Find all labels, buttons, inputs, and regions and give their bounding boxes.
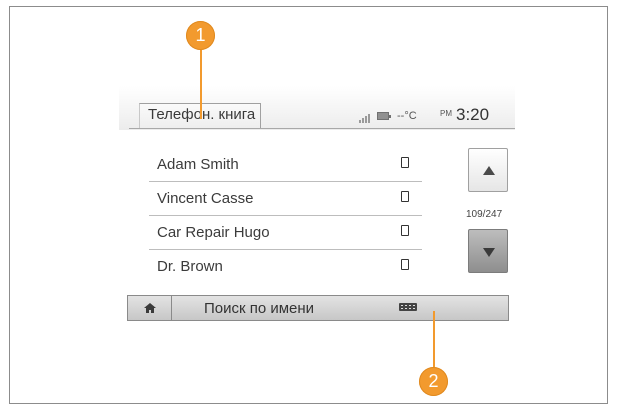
contact-name: Vincent Casse xyxy=(157,190,254,207)
phone-icon xyxy=(401,225,409,236)
phonebook-screen: Телефон. книга --°C PM 3:20 Adam Smith V… xyxy=(119,86,515,328)
callout-1-leader xyxy=(200,50,202,119)
callout-2: 2 xyxy=(419,367,448,396)
temperature-readout: --°C xyxy=(397,110,417,122)
contact-row[interactable]: Vincent Casse xyxy=(149,182,422,216)
scroll-up-button[interactable] xyxy=(468,148,508,192)
contact-row[interactable]: Adam Smith xyxy=(149,148,422,182)
search-by-name-button[interactable]: Поиск по имени xyxy=(204,300,314,317)
contact-name: Dr. Brown xyxy=(157,258,223,275)
callout-2-leader xyxy=(433,311,435,367)
contact-row[interactable]: Dr. Brown xyxy=(149,250,422,284)
am-pm-indicator: PM xyxy=(440,109,452,118)
contact-name: Adam Smith xyxy=(157,156,239,173)
phone-icon xyxy=(401,157,409,168)
page-counter: 109/247 xyxy=(466,209,503,220)
arrow-up-icon xyxy=(483,166,495,175)
page-title: Телефон. книга xyxy=(148,106,256,123)
arrow-down-icon xyxy=(483,248,495,257)
header-divider xyxy=(129,128,515,129)
contact-name: Car Repair Hugo xyxy=(157,224,270,241)
phone-icon xyxy=(401,259,409,270)
signal-strength-icon xyxy=(359,113,373,123)
home-icon xyxy=(144,303,156,313)
home-button[interactable] xyxy=(128,296,172,320)
scroll-down-button[interactable] xyxy=(468,229,508,273)
bottom-bar: Поиск по имени xyxy=(127,295,509,321)
contact-row[interactable]: Car Repair Hugo xyxy=(149,216,422,250)
clock: 3:20 xyxy=(456,105,490,124)
battery-icon xyxy=(377,112,391,120)
keyboard-icon[interactable] xyxy=(399,303,417,311)
callout-1: 1 xyxy=(186,21,215,50)
phone-icon xyxy=(401,191,409,202)
